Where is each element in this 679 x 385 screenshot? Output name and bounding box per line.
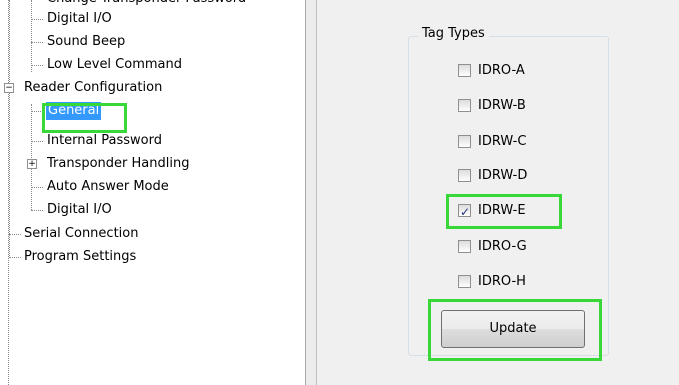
checkbox-box[interactable]: [458, 275, 471, 288]
tree-item-label: Program Settings: [24, 249, 137, 264]
update-highlight-box: [428, 299, 602, 361]
tree-item-transponder-handling[interactable]: + Transponder Handling: [0, 154, 300, 174]
tree-connector: [31, 187, 43, 188]
checkbox-label: IDRW-D: [478, 168, 528, 183]
splitter-edge: [305, 0, 306, 385]
tree-item-label: Digital I/O: [47, 11, 112, 26]
tree-item-low-level-command[interactable]: Low Level Command: [0, 55, 300, 75]
tree-item-program-settings[interactable]: Program Settings: [0, 247, 300, 267]
checkbox-box[interactable]: [458, 64, 471, 77]
tree-item-internal-password[interactable]: Internal Password: [0, 131, 300, 151]
idrw-e-highlight-box: [446, 194, 562, 229]
checkbox-box[interactable]: [458, 99, 471, 112]
tree-item-label: Digital I/O: [47, 202, 112, 217]
tree-connector: [31, 65, 43, 66]
tag-types-title: Tag Types: [418, 25, 489, 43]
tree-item-label: Transponder Handling: [47, 156, 190, 171]
tree-connector: [31, 19, 43, 20]
checkbox-label: IDRW-B: [478, 98, 526, 113]
tree-item-digital-io[interactable]: Digital I/O: [0, 9, 300, 29]
tree-connector: [31, 210, 43, 211]
checkbox-label: IDRO-H: [478, 274, 526, 289]
tree-item-digital-io-2[interactable]: Digital I/O: [0, 200, 300, 220]
tree-item-label: Reader Configuration: [24, 80, 163, 95]
tree-connector: [31, 141, 43, 142]
tree-connector: [31, 42, 43, 43]
expand-icon[interactable]: +: [27, 159, 37, 169]
tree-view[interactable]: Change Transponder Password Digital I/O …: [0, 0, 305, 385]
tree-item-auto-answer-mode[interactable]: Auto Answer Mode: [0, 177, 300, 197]
general-highlight-box: [42, 103, 127, 133]
tree-item-label: Serial Connection: [24, 226, 139, 241]
checkbox-box[interactable]: [458, 240, 471, 253]
tree-item-serial-connection[interactable]: Serial Connection: [0, 224, 300, 244]
checkbox-box[interactable]: [458, 169, 471, 182]
tree-connector: [9, 234, 21, 235]
checkbox-box[interactable]: [458, 135, 471, 148]
splitter[interactable]: [305, 0, 317, 385]
tree-item-sound-beep[interactable]: Sound Beep: [0, 32, 300, 52]
checkbox-label: IDRW-C: [478, 134, 527, 149]
tree-item-label: Internal Password: [47, 133, 162, 148]
collapse-icon[interactable]: −: [4, 83, 14, 93]
tree-item-reader-configuration[interactable]: − Reader Configuration: [0, 78, 300, 98]
settings-panel: Tag Types IDRO-A IDRW-B IDRW-C IDRW-D ✓ …: [317, 0, 679, 385]
tree-item-label: Low Level Command: [47, 57, 182, 72]
tree-item-change-transponder-password[interactable]: Change Transponder Password: [0, 0, 300, 9]
checkbox-label: IDRO-G: [478, 239, 527, 254]
tree-connector: [9, 257, 21, 258]
checkbox-label: IDRO-A: [478, 63, 525, 78]
tree-item-label: Change Transponder Password: [45, 0, 248, 9]
tree-item-label: Sound Beep: [47, 34, 126, 49]
tree-item-label: Auto Answer Mode: [47, 179, 169, 194]
